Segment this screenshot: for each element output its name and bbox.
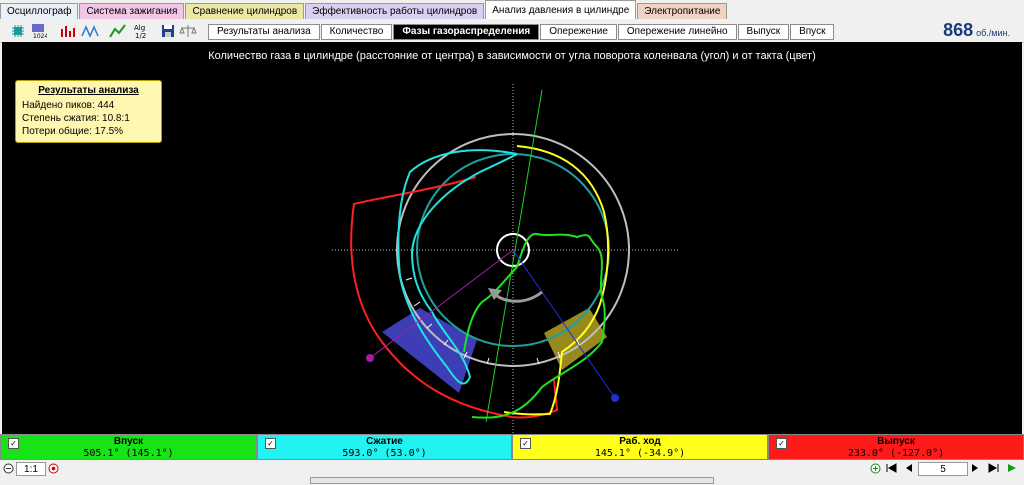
fraction-icon[interactable]: Alg 1/2 [130,21,149,40]
legend-exhaust[interactable]: ✓ Выпуск 233.0° (-127.0°) [768,434,1024,460]
blue-marker-dot[interactable] [611,394,619,402]
tab-oscilloscope[interactable]: Осциллограф [0,3,79,19]
add-icon[interactable] [869,462,881,474]
green-marker-line [485,89,543,423]
legend-compression-name: Сжатие [366,436,403,447]
legend-work-checkbox[interactable]: ✓ [520,438,531,449]
bar-chart-icon[interactable] [58,21,77,40]
results-peaks: Найдено пиков: 444 [22,100,115,111]
legend-work-name: Раб. ход [619,436,661,447]
phase-legend: ✓ Впуск 505.1° (145.1°) ✓ Сжатие 593.0° … [0,434,1024,461]
legend-exhaust-checkbox[interactable]: ✓ [776,438,787,449]
zoom-level: 1:1 [16,462,46,476]
legend-intake-name: Впуск [113,436,144,447]
counter-icon[interactable]: 1024 [28,21,47,40]
plot-area: Количество газа в цилиндре (расстояние о… [2,42,1022,434]
prev-page-icon[interactable] [902,462,916,474]
work-curve [503,145,610,416]
legend-intake[interactable]: ✓ Впуск 505.1° (145.1°) [0,434,257,460]
last-page-icon[interactable] [985,462,1001,474]
legend-intake-checkbox[interactable]: ✓ [8,438,19,449]
purple-marker-dot[interactable] [366,354,374,362]
subtab-valve-timing[interactable]: Фазы газораспределения [393,24,540,40]
save-icon[interactable] [158,21,177,40]
results-losses: Потери общие: 17.5% [22,126,124,137]
curve-icon[interactable] [108,21,127,40]
results-title: Результаты анализа [38,85,139,96]
subtab-results[interactable]: Результаты анализа [208,24,320,40]
blue-marker-line [512,249,616,399]
subtab-quantity[interactable]: Количество [320,24,393,40]
subtab-intake[interactable]: Впуск [790,24,835,40]
toolbar: 1024 Alg 1/2 Результаты анализа Количеств… [0,19,1024,43]
rpm-unit: об./мин. [976,28,1010,38]
zoom-in-icon[interactable] [47,462,59,474]
tab-pressure-analysis[interactable]: Анализ давления в цилиндре [485,0,637,19]
legend-compression[interactable]: ✓ Сжатие 593.0° (53.0°) [257,434,512,460]
rpm-value: 868 [943,20,974,40]
legend-compression-checkbox[interactable]: ✓ [265,438,276,449]
intake-sector [382,308,477,393]
legend-compression-value: 593.0° (53.0°) [342,448,427,459]
results-panel: Результаты анализа Найдено пиков: 444 Ст… [15,80,162,143]
legend-exhaust-value: 233.0° (-127.0°) [847,448,945,459]
legend-work-value: 145.1° (-34.9°) [594,448,686,459]
subtab-advance-linear[interactable]: Опережение линейно [617,24,737,40]
legend-exhaust-name: Выпуск [877,436,915,447]
zoom-out-icon[interactable] [2,462,14,474]
top-tab-bar: Осциллограф Система зажигания Сравнение … [0,0,1024,19]
rotation-arrow [493,290,543,303]
scale-icon[interactable] [178,21,197,40]
subtab-advance[interactable]: Опережение [540,24,617,40]
svg-text:Alg: Alg [134,24,145,32]
subtab-bar: Результаты анализа Количество Фазы газор… [208,24,835,40]
horizontal-scrollbar[interactable] [310,477,714,484]
next-page-icon[interactable] [968,462,982,474]
subtab-exhaust[interactable]: Выпуск [737,24,790,40]
first-page-icon[interactable] [884,462,900,474]
results-compression: Степень сжатия: 10.8:1 [22,113,130,124]
tab-ignition[interactable]: Система зажигания [79,3,185,19]
play-icon[interactable] [1004,462,1020,474]
legend-intake-value: 505.1° (145.1°) [83,448,174,459]
tab-cylinder-compare[interactable]: Сравнение цилиндров [185,3,305,19]
legend-work[interactable]: ✓ Раб. ход 145.1° (-34.9°) [512,434,768,460]
tab-power-supply[interactable]: Электропитание [637,3,728,19]
rpm-display: 868 об./мин. [943,20,1010,41]
page-number[interactable]: 5 [918,462,968,476]
tab-cylinder-efficiency[interactable]: Эффективность работы цилиндров [305,3,485,19]
peaks-icon[interactable] [80,21,99,40]
svg-text:1024: 1024 [33,33,47,39]
chip-icon[interactable] [8,21,27,40]
svg-text:1/2: 1/2 [135,32,146,39]
work-sector [544,308,607,370]
